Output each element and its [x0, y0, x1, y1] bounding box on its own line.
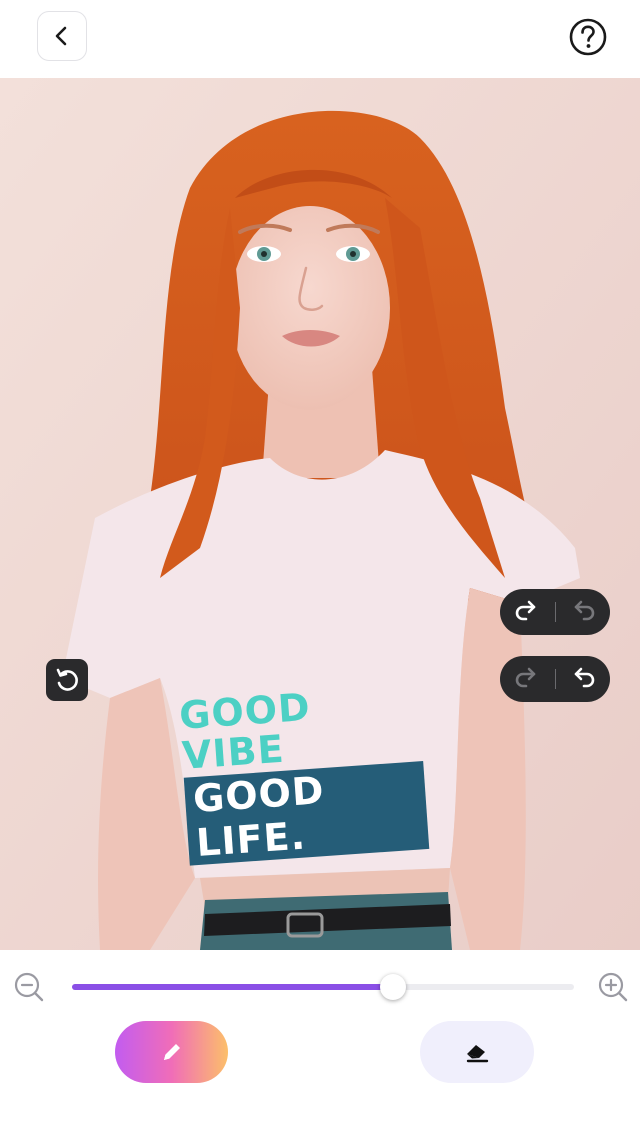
- undo-icon: [574, 667, 595, 688]
- redo-icon: [515, 667, 536, 688]
- zoom-out-icon: [14, 972, 44, 1002]
- top-bar: [0, 0, 640, 78]
- eraser-tool-button[interactable]: [420, 1021, 534, 1083]
- brush-tool-button[interactable]: [115, 1021, 228, 1083]
- pencil-icon: [163, 1044, 180, 1060]
- history-control-top: [500, 589, 610, 635]
- reset-button[interactable]: [46, 659, 88, 701]
- editor-screen: GOOD VIBE GOOD LIFE.: [0, 0, 640, 1138]
- shirt-text-line2: GOOD LIFE.: [183, 761, 430, 866]
- undo-button[interactable]: [555, 589, 610, 635]
- reset-icon: [56, 668, 78, 691]
- undo-button[interactable]: [555, 656, 610, 702]
- zoom-in-button[interactable]: [596, 970, 630, 1004]
- history-control-bottom: [500, 656, 610, 702]
- shirt-text-line1: GOOD VIBE: [177, 684, 312, 778]
- slider-fill: [72, 984, 394, 990]
- back-button[interactable]: [37, 11, 87, 61]
- brush-size-slider[interactable]: [72, 974, 574, 1000]
- undo-icon: [574, 600, 595, 621]
- eraser-icon: [466, 1045, 489, 1063]
- slider-thumb[interactable]: [380, 974, 407, 1000]
- redo-icon: [515, 600, 536, 621]
- redo-button[interactable]: [500, 589, 555, 635]
- redo-button[interactable]: [500, 656, 555, 702]
- photo-canvas[interactable]: GOOD VIBE GOOD LIFE.: [0, 78, 640, 950]
- help-button[interactable]: [568, 17, 608, 57]
- zoom-out-button[interactable]: [12, 970, 46, 1004]
- question-circle-icon: [569, 18, 607, 56]
- zoom-in-icon: [598, 972, 628, 1002]
- shirt-print: GOOD VIBE GOOD LIFE.: [177, 679, 430, 866]
- chevron-left-icon: [55, 26, 67, 46]
